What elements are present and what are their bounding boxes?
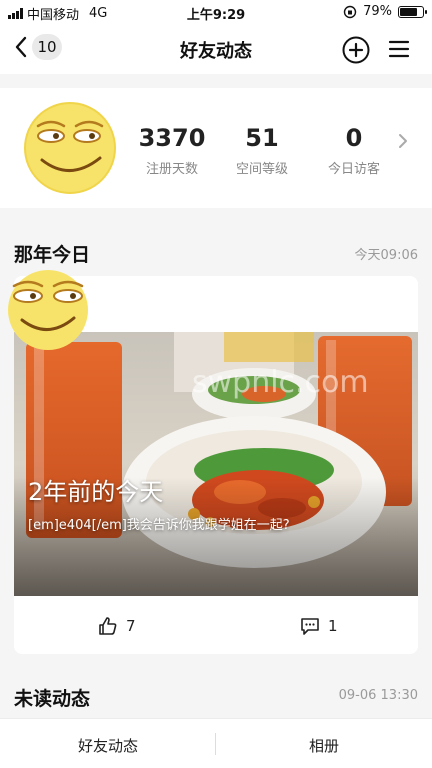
orientation-lock-icon: [343, 5, 357, 18]
stat-today-visitors[interactable]: 0 今日访客: [314, 124, 394, 177]
memory-overlay-title: 2年前的今天: [28, 478, 164, 506]
stat-register-days[interactable]: 3370 注册天数: [132, 124, 212, 177]
comment-count: 1: [328, 617, 338, 635]
battery-fill: [400, 7, 417, 16]
unread-section-header: 未读动态 09-06 13:30: [14, 684, 418, 711]
status-bar: 中国移动 4G 上午9:29 79%: [0, 0, 432, 24]
section-time: 09-06 13:30: [338, 688, 418, 703]
like-button[interactable]: 7: [98, 616, 136, 636]
stat-value: 51: [245, 124, 279, 152]
battery-icon: [398, 5, 427, 18]
nav-bar: 10 好友动态: [0, 24, 432, 74]
chevron-right-icon[interactable]: [396, 132, 410, 150]
stat-label: 空间等级: [235, 162, 288, 177]
stat-value: 3370: [138, 124, 206, 152]
status-right: 79%: [343, 4, 427, 19]
like-count: 7: [126, 617, 136, 635]
plus-circle-icon[interactable]: [342, 36, 370, 64]
comment-icon: [301, 618, 319, 635]
emoji-sticker: [8, 270, 88, 350]
profile-summary: 3370 注册天数 51 空间等级 0 今日访客: [0, 88, 432, 208]
watermark-text: swpnlc.com: [192, 365, 369, 400]
section-time: 今天09:06: [354, 248, 418, 263]
memory-photo[interactable]: swpnlc.com: [14, 332, 418, 596]
thumbs-up-icon: [99, 617, 117, 635]
memory-overlay-text: [em]e404[/em]我会告诉你我跟学姐在一起?: [28, 518, 290, 533]
stat-label: 注册天数: [145, 162, 198, 177]
stat-value: 0: [345, 124, 363, 152]
tab-album[interactable]: 相册: [216, 735, 432, 756]
stat-label: 今日访客: [327, 162, 380, 177]
bottom-tab-bar: 好友动态 相册: [0, 718, 432, 768]
comment-button[interactable]: 1: [300, 616, 338, 636]
avatar[interactable]: [24, 102, 116, 194]
hamburger-menu-icon[interactable]: [388, 38, 410, 60]
stat-space-level[interactable]: 51 空间等级: [222, 124, 302, 177]
tab-friend-feed[interactable]: 好友动态: [0, 735, 216, 756]
battery-percent: 79%: [363, 4, 392, 19]
card-actions: 7 1: [14, 596, 418, 654]
memory-section-header: 那年今日 今天09:06: [14, 240, 418, 267]
